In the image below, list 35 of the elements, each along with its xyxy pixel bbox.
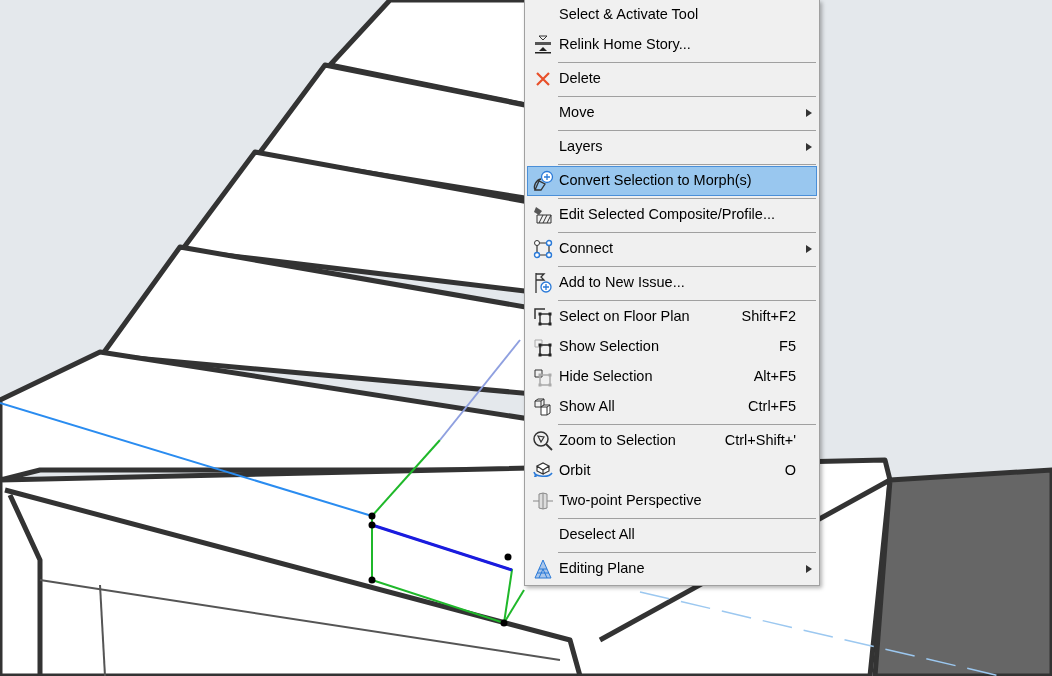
menu-item[interactable]: Zoom to Selection Ctrl+Shift+' bbox=[527, 426, 817, 456]
submenu-arrow-icon bbox=[806, 143, 812, 151]
show-selection-icon bbox=[533, 337, 553, 357]
menu-item[interactable]: Hide Selection Alt+F5 bbox=[527, 362, 817, 392]
menu-item[interactable]: Select & Activate Tool bbox=[527, 0, 817, 30]
flag-add-icon bbox=[533, 272, 553, 294]
menu-item[interactable]: Move bbox=[527, 98, 817, 128]
delete-icon bbox=[535, 71, 551, 87]
menu-item[interactable]: Two-point Perspective bbox=[527, 486, 817, 516]
submenu-arrow-icon bbox=[806, 245, 812, 253]
menu-item[interactable]: Orbit O bbox=[527, 456, 817, 486]
story-icon bbox=[533, 35, 553, 55]
menu-item[interactable]: Relink Home Story... bbox=[527, 30, 817, 60]
menu-item[interactable]: Editing Plane bbox=[527, 554, 817, 584]
cubes-icon bbox=[533, 397, 553, 417]
menu-item[interactable]: Edit Selected Composite/Profile... bbox=[527, 200, 817, 230]
menu-item[interactable]: Convert Selection to Morph(s) bbox=[527, 166, 817, 196]
perspective-icon bbox=[532, 492, 554, 510]
menu-item[interactable]: Connect bbox=[527, 234, 817, 264]
submenu-arrow-icon bbox=[806, 109, 812, 117]
menu-item[interactable]: Show All Ctrl+F5 bbox=[527, 392, 817, 422]
connect-icon bbox=[533, 239, 553, 259]
zoom-icon bbox=[532, 430, 554, 452]
select-plan-icon bbox=[533, 307, 553, 327]
morph-icon bbox=[532, 170, 554, 192]
composite-icon bbox=[533, 205, 553, 225]
menu-item[interactable]: Layers bbox=[527, 132, 817, 162]
menu-item[interactable]: Select on Floor Plan Shift+F2 bbox=[527, 302, 817, 332]
plane-icon bbox=[533, 559, 553, 579]
menu-item[interactable]: Add to New Issue... bbox=[527, 268, 817, 298]
menu-item[interactable]: Delete bbox=[527, 64, 817, 94]
menu-item[interactable]: Deselect All bbox=[527, 520, 817, 550]
hide-selection-icon bbox=[533, 367, 553, 387]
menu-item[interactable]: Show Selection F5 bbox=[527, 332, 817, 362]
submenu-arrow-icon bbox=[806, 565, 812, 573]
